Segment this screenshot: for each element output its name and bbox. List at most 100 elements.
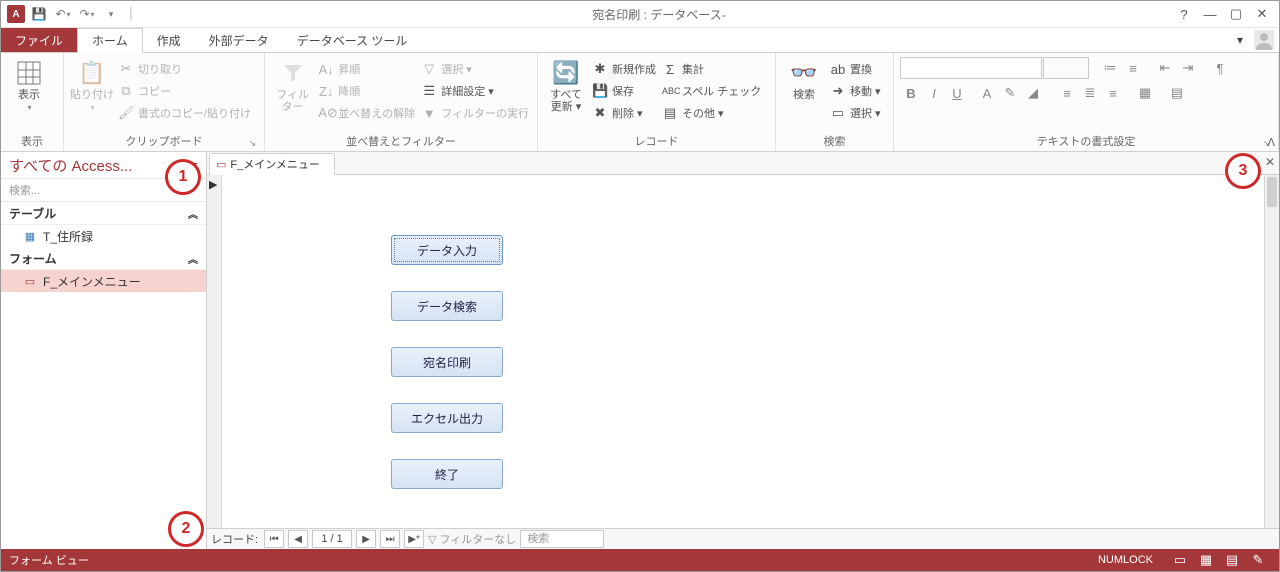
view-form-icon[interactable]: ▭ — [1167, 551, 1193, 569]
close-button[interactable]: ✕ — [1251, 4, 1273, 24]
funnel-icon — [279, 59, 307, 87]
find-button[interactable]: 👓 検索 — [782, 57, 826, 101]
align-center-icon[interactable]: ≣ — [1079, 82, 1101, 104]
save-record-button[interactable]: 💾保存 — [590, 81, 658, 101]
navigation-pane: すべての Access... ⏷ 検索... テーブル ︽ ▦ T_住所録 フォ… — [1, 152, 207, 549]
find-label: 検索 — [793, 89, 815, 101]
record-search-input[interactable]: 検索 — [520, 530, 604, 548]
table-icon: ▦ — [23, 230, 37, 242]
nav-last-icon[interactable]: ⏭ — [380, 530, 400, 548]
goto-button[interactable]: ➜移動 ▾ — [828, 81, 883, 101]
copy-button[interactable]: ⧉コピー — [116, 81, 253, 101]
align-right-icon[interactable]: ≡ — [1102, 82, 1124, 104]
more-records-button[interactable]: ▤その他 ▾ — [660, 103, 763, 123]
vertical-scrollbar[interactable] — [1264, 175, 1279, 528]
indent-inc-icon[interactable]: ⇥ — [1177, 57, 1199, 79]
help-icon[interactable]: ? — [1173, 4, 1195, 24]
qat-customize-icon[interactable]: ▾ — [101, 4, 121, 24]
highlight-icon[interactable]: ✎ — [999, 82, 1021, 104]
record-selector[interactable]: ▶ — [207, 175, 222, 528]
paste-button[interactable]: 📋 貼り付け ▾ — [70, 57, 114, 112]
status-numlock: NUMLOCK — [1098, 554, 1153, 566]
cut-button[interactable]: ✂切り取り — [116, 59, 253, 79]
nav-next-icon[interactable]: ▶ — [356, 530, 376, 548]
nav-category-tables[interactable]: テーブル ︽ — [1, 202, 206, 225]
view-datasheet-icon[interactable]: ▦ — [1193, 551, 1219, 569]
tab-home[interactable]: ホーム — [77, 28, 143, 53]
user-icon[interactable] — [1249, 28, 1279, 52]
funnel-off-icon: ▽ — [428, 533, 436, 546]
nav-prev-icon[interactable]: ◀ — [288, 530, 308, 548]
ribbon-options-icon[interactable]: ▾ — [1231, 28, 1249, 52]
tab-external-data[interactable]: 外部データ — [195, 28, 283, 52]
format-painter-button[interactable]: 🖌書式のコピー/貼り付け — [116, 103, 253, 123]
minimize-button[interactable]: — — [1199, 4, 1221, 24]
maximize-button[interactable]: ▢ — [1225, 4, 1247, 24]
document-tab[interactable]: ▭ F_メインメニュー — [209, 153, 335, 175]
undo-icon[interactable]: ↶▾ — [53, 4, 73, 24]
more-icon: ▤ — [662, 105, 678, 121]
sort-asc-button[interactable]: A↓昇順 — [316, 59, 417, 79]
font-color-icon[interactable]: A — [976, 82, 998, 104]
numbering-icon[interactable]: ≡ — [1122, 57, 1144, 79]
nav-first-icon[interactable]: ⏮ — [264, 530, 284, 548]
indent-dec-icon[interactable]: ⇤ — [1154, 57, 1176, 79]
spellcheck-button[interactable]: ABCスペル チェック — [660, 81, 763, 101]
brush-icon: 🖌 — [118, 105, 134, 121]
view-button[interactable]: 表示 ▾ — [7, 57, 51, 112]
filter-button[interactable]: フィルター — [271, 57, 314, 113]
nav-item-form[interactable]: ▭ F_メインメニュー — [1, 270, 206, 292]
form-btn-data-search[interactable]: データ検索 — [391, 291, 503, 321]
new-record-button[interactable]: ✱新規作成 — [590, 59, 658, 79]
collapse-icon[interactable]: ︽ — [188, 206, 198, 221]
replace-button[interactable]: ab置換 — [828, 59, 883, 79]
collapse-icon2[interactable]: ︽ — [188, 251, 198, 266]
form-btn-exit[interactable]: 終了 — [391, 459, 503, 489]
window-title: 宛名印刷 : データベース- — [149, 6, 1169, 23]
sort-desc-button[interactable]: Z↓降順 — [316, 81, 417, 101]
save-icon[interactable]: 💾 — [29, 4, 49, 24]
clear-sort-button[interactable]: A⊘並べ替えの解除 — [316, 103, 417, 123]
ribbon-collapse-icon[interactable]: ᐱ — [1267, 136, 1275, 149]
select-button[interactable]: ▭選択 ▾ — [828, 103, 883, 123]
scrollbar-thumb[interactable] — [1267, 177, 1277, 207]
font-family-combo[interactable] — [900, 57, 1042, 79]
view-layout-icon[interactable]: ▤ — [1219, 551, 1245, 569]
font-size-combo[interactable] — [1043, 57, 1089, 79]
sort-asc-icon: A↓ — [318, 62, 334, 77]
filter-label: フィルター — [271, 89, 314, 113]
tab-create[interactable]: 作成 — [143, 28, 195, 52]
underline-icon[interactable]: U — [946, 82, 968, 104]
save-icon2: 💾 — [592, 83, 608, 99]
form-btn-address-print[interactable]: 宛名印刷 — [391, 347, 503, 377]
form-btn-data-entry[interactable]: データ入力 — [391, 235, 503, 265]
gridlines-icon[interactable]: ▦ — [1134, 82, 1156, 104]
selection-filter-button[interactable]: ▽選択 ▾ — [419, 59, 531, 79]
align-left-icon[interactable]: ≡ — [1056, 82, 1078, 104]
view-design-icon[interactable]: ✎ — [1245, 551, 1271, 569]
app-icon: A — [7, 5, 25, 23]
totals-button[interactable]: Σ集計 — [660, 59, 763, 79]
status-bar: フォーム ビュー NUMLOCK ▭ ▦ ▤ ✎ — [1, 549, 1279, 571]
refresh-all-button[interactable]: 🔄 すべて 更新 ▾ — [544, 57, 588, 113]
fill-icon[interactable]: ◢ — [1022, 82, 1044, 104]
bullets-icon[interactable]: ≔ — [1099, 57, 1121, 79]
close-tab-icon[interactable]: ✕ — [1265, 155, 1275, 169]
alt-row-icon[interactable]: ▤ — [1166, 82, 1188, 104]
text-dir-icon[interactable]: ¶ — [1209, 57, 1231, 79]
redo-icon[interactable]: ↷▾ — [77, 4, 97, 24]
toggle-filter-button[interactable]: ▼フィルターの実行 — [419, 103, 531, 123]
tab-database-tools[interactable]: データベース ツール — [283, 28, 422, 52]
record-navigator: レコード: ⏮ ◀ 1 / 1 ▶ ⏭ ▶* ▽フィルターなし 検索 — [207, 528, 1279, 549]
delete-record-button[interactable]: ✖削除 ▾ — [590, 103, 658, 123]
tab-file[interactable]: ファイル — [1, 28, 77, 52]
nav-item-table[interactable]: ▦ T_住所録 — [1, 225, 206, 247]
dialog-launcher-icon[interactable]: ↘ — [248, 138, 256, 149]
nav-new-icon[interactable]: ▶* — [404, 530, 424, 548]
advanced-filter-button[interactable]: ☰詳細設定 ▾ — [419, 81, 531, 101]
bold-icon[interactable]: B — [900, 82, 922, 104]
form-btn-excel-export[interactable]: エクセル出力 — [391, 403, 503, 433]
record-position[interactable]: 1 / 1 — [312, 530, 352, 548]
italic-icon[interactable]: I — [923, 82, 945, 104]
nav-category-forms[interactable]: フォーム ︽ — [1, 247, 206, 270]
